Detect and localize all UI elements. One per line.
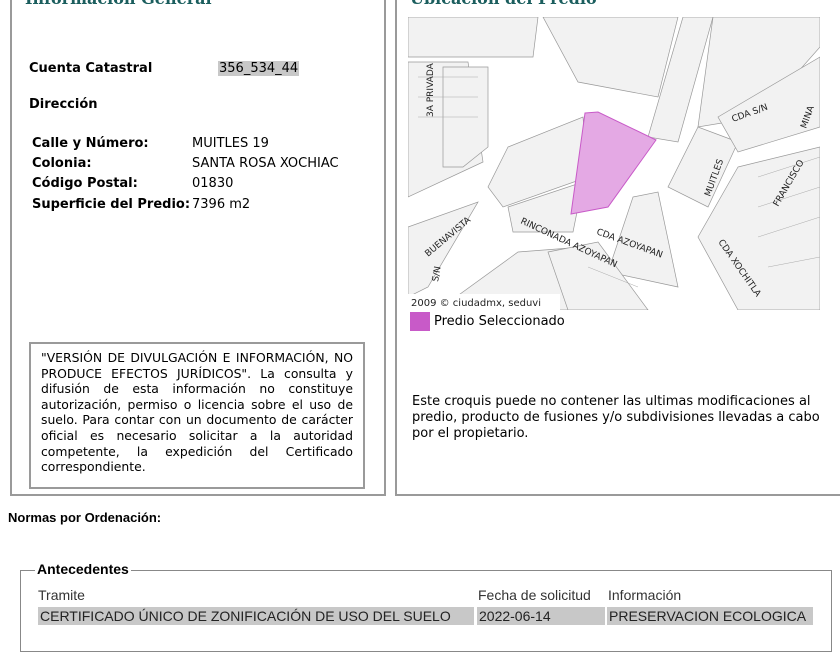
antecedentes-title: Antecedentes [35,561,131,577]
parcel-map[interactable]: 3A PRIVADA CDA S/N MINA MUITLES FRANCISC… [408,17,820,310]
table-cell: PRESERVACION ECOLOGICA [607,607,813,625]
general-info-panel: Información General Cuenta Catastral 356… [10,0,386,496]
field-label: Código Postal: [32,176,138,191]
map-credit: 2009 © ciudadmx, seduvi [411,298,541,309]
field-label: Colonia: [32,156,92,171]
legend-swatch [410,312,430,331]
field-value: 7396 m2 [192,197,251,212]
location-title: Ubicación del Predio [410,0,597,8]
map-legend: Predio Seleccionado [410,312,565,331]
legend-label: Predio Seleccionado [434,314,565,329]
street-label: 3A PRIVADA [426,62,436,117]
direccion-label: Dirección [29,97,98,112]
field-value: SANTA ROSA XOCHIAC [192,156,339,171]
column-header: Fecha de solicitud [478,587,591,603]
table-cell: 2022-06-14 [477,607,605,625]
field-value: MUITLES 19 [192,136,269,151]
normas-label: Normas por Ordenación: [8,510,162,525]
table-cell: CERTIFICADO ÚNICO DE ZONIFICACIÓN DE USO… [38,607,474,625]
field-value: 01830 [192,176,234,191]
antecedentes-fieldset: Antecedentes Tramite Fecha de solicitud … [20,561,832,652]
field-label: Calle y Número: [32,136,149,151]
map-note: Este croquis puede no contener las ultim… [412,394,820,441]
field-label: Superficie del Predio: [32,197,191,212]
disclaimer-box: "VERSIÓN DE DIVULGACIÓN E INFORMACIÓN, N… [29,342,365,489]
cuenta-label: Cuenta Catastral [29,61,153,76]
column-header: Tramite [38,587,85,603]
general-info-title: Información General [25,0,212,8]
cuenta-value: 356_534_44 [218,61,300,76]
column-header: Información [608,587,682,603]
